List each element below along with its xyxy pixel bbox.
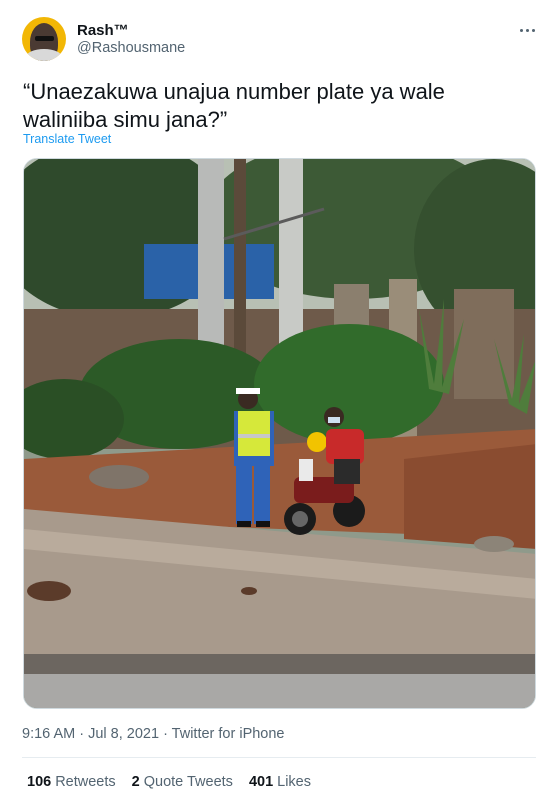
retweets-label: Retweets [55, 774, 116, 790]
quote-tweets-stat[interactable]: 2 Quote Tweets [132, 774, 233, 790]
tweet-source[interactable]: Twitter for iPhone [172, 726, 285, 742]
quotes-count: 2 [131, 774, 140, 790]
avatar-glasses [35, 36, 54, 41]
tweet-date[interactable]: Jul 8, 2021 [88, 726, 159, 742]
meta-separator: · [159, 726, 172, 742]
more-dot [525, 28, 529, 32]
author-handle[interactable]: @Rashousmane [77, 40, 185, 56]
avatar[interactable] [22, 17, 66, 61]
author-display-name[interactable]: Rash™ [77, 22, 129, 39]
tweet-timestamp: 9:16 AM · Jul 8, 2021 · Twitter for iPho… [22, 726, 285, 742]
avatar-shirt [26, 49, 62, 61]
tweet-stats: 106 Retweets 2 Quote Tweets 401 Likes [27, 774, 311, 790]
more-options-icon[interactable] [512, 20, 542, 40]
tweet-photo[interactable] [23, 158, 536, 709]
more-dot [531, 28, 535, 32]
likes-stat[interactable]: 401 Likes [249, 774, 311, 790]
likes-count: 401 [248, 774, 274, 790]
likes-label: Likes [277, 774, 311, 790]
tweet-text: “Unaezakuwa unajua number plate ya wale … [23, 79, 445, 132]
tweet-card: Rash™ @Rashousmane “Unaezakuwa unajua nu… [0, 0, 559, 800]
divider [22, 757, 536, 758]
more-dot [519, 28, 523, 32]
photo-street-scene [24, 159, 535, 708]
retweets-stat[interactable]: 106 Retweets [27, 774, 116, 790]
tweet-time[interactable]: 9:16 AM [22, 726, 75, 742]
retweets-count: 106 [27, 774, 52, 790]
quotes-label: Quote Tweets [143, 774, 233, 790]
meta-separator: · [75, 726, 89, 742]
translate-tweet-link[interactable]: Translate Tweet [23, 132, 111, 146]
